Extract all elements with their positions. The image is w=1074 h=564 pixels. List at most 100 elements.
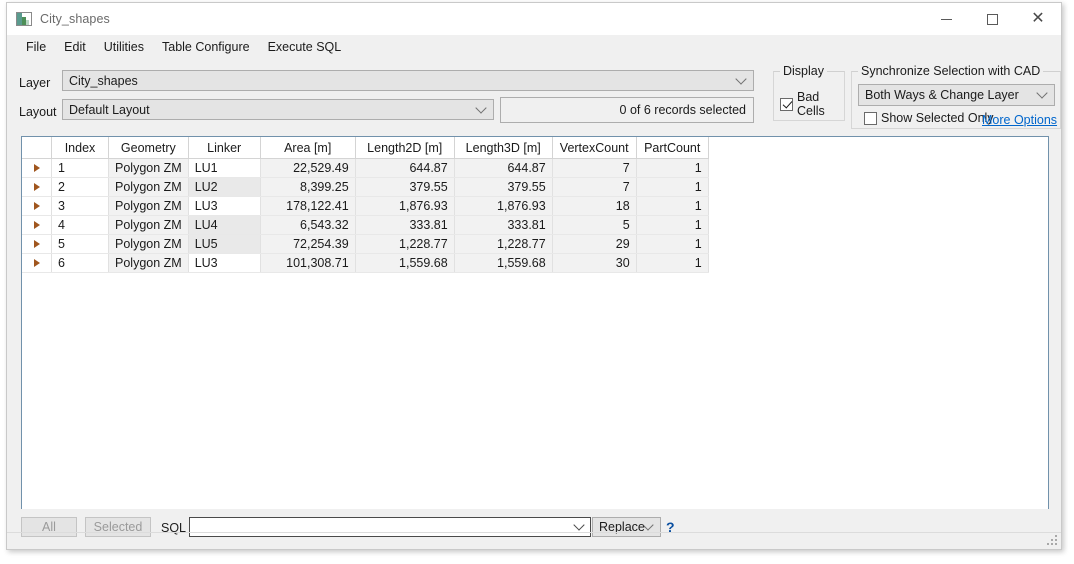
cell-length2d[interactable]: 1,559.68 — [355, 253, 455, 273]
sync-mode-value: Both Ways & Change Layer — [865, 88, 1019, 102]
cell-filler — [708, 158, 721, 178]
cell-length2d[interactable]: 379.55 — [355, 177, 455, 197]
checkbox-unchecked-icon — [864, 111, 877, 125]
table-row[interactable]: 5 Polygon ZM LU5 72,254.39 1,228.77 1,228.77 2… — [22, 234, 721, 254]
menu-item-execute-sql[interactable]: Execute SQL — [259, 37, 351, 57]
row-selector-cell[interactable] — [22, 177, 52, 197]
cell-geometry[interactable]: Polygon ZM — [108, 253, 189, 273]
table-row[interactable]: 2 Polygon ZM LU2 8,399.25 379.55 379.55 7 1 — [22, 177, 721, 197]
cell-area[interactable]: 8,399.25 — [260, 177, 356, 197]
table-row[interactable]: 4 Polygon ZM LU4 6,543.32 333.81 333.81 5 1 — [22, 215, 721, 235]
column-header-filler — [708, 137, 721, 159]
cell-geometry[interactable]: Polygon ZM — [108, 177, 189, 197]
cell-length2d[interactable]: 644.87 — [355, 158, 455, 178]
cell-geometry[interactable]: Polygon ZM — [108, 196, 189, 216]
bad-cells-checkbox[interactable]: Bad Cells — [780, 90, 844, 118]
cell-index[interactable]: 5 — [51, 234, 109, 254]
close-button[interactable]: ✕ — [1015, 3, 1061, 35]
column-header-vertexcount[interactable]: VertexCount — [552, 137, 637, 159]
cell-vertexcount[interactable]: 18 — [552, 196, 637, 216]
cell-linker[interactable]: LU3 — [188, 253, 261, 273]
layer-combobox[interactable]: City_shapes — [62, 70, 754, 91]
row-selector-cell[interactable] — [22, 234, 52, 254]
cell-length3d[interactable]: 379.55 — [454, 177, 553, 197]
sql-mode-combobox[interactable]: Replace — [592, 517, 661, 537]
row-selector-cell[interactable] — [22, 215, 52, 235]
cell-index[interactable]: 3 — [51, 196, 109, 216]
cell-geometry[interactable]: Polygon ZM — [108, 234, 189, 254]
selected-button[interactable]: Selected — [85, 517, 151, 537]
cell-area[interactable]: 22,529.49 — [260, 158, 356, 178]
row-selector-cell[interactable] — [22, 253, 52, 273]
cell-length3d[interactable]: 1,559.68 — [454, 253, 553, 273]
cell-length2d[interactable]: 1,228.77 — [355, 234, 455, 254]
cell-partcount[interactable]: 1 — [636, 253, 709, 273]
table-row[interactable]: 6 Polygon ZM LU3 101,308.71 1,559.68 1,559.68… — [22, 253, 721, 273]
menu-item-utilities[interactable]: Utilities — [95, 37, 153, 57]
table-row[interactable]: 3 Polygon ZM LU3 178,122.41 1,876.93 1,876.93… — [22, 196, 721, 216]
sync-mode-combobox[interactable]: Both Ways & Change Layer — [858, 84, 1055, 106]
cell-area[interactable]: 6,543.32 — [260, 215, 356, 235]
cell-area[interactable]: 72,254.39 — [260, 234, 356, 254]
cell-vertexcount[interactable]: 7 — [552, 158, 637, 178]
cell-linker[interactable]: LU4 — [188, 215, 261, 235]
row-selector-cell[interactable] — [22, 196, 52, 216]
display-groupbox: Display Bad Cells — [773, 64, 845, 121]
column-header-length2d[interactable]: Length2D [m] — [355, 137, 455, 159]
sql-input[interactable] — [189, 517, 591, 537]
show-selected-only-checkbox[interactable]: Show Selected Only — [864, 111, 994, 125]
cell-linker[interactable]: LU1 — [188, 158, 261, 178]
row-selector-cell[interactable] — [22, 158, 52, 178]
menu-item-table-configure[interactable]: Table Configure — [153, 37, 259, 57]
table-header-row: Index Geometry Linker Area [m] Length2D … — [22, 137, 721, 159]
resize-grip[interactable] — [1045, 533, 1057, 545]
column-header-geometry[interactable]: Geometry — [108, 137, 189, 159]
cell-length2d[interactable]: 1,876.93 — [355, 196, 455, 216]
table-row[interactable]: 1 Polygon ZM LU1 22,529.49 644.87 644.87 7 1 — [22, 158, 721, 178]
title-bar: City_shapes ✕ — [7, 3, 1061, 35]
cell-length3d[interactable]: 1,876.93 — [454, 196, 553, 216]
cell-linker[interactable]: LU2 — [188, 177, 261, 197]
cell-length2d[interactable]: 333.81 — [355, 215, 455, 235]
cell-partcount[interactable]: 1 — [636, 215, 709, 235]
cell-partcount[interactable]: 1 — [636, 234, 709, 254]
cell-length3d[interactable]: 644.87 — [454, 158, 553, 178]
maximize-button[interactable] — [969, 3, 1015, 35]
column-header-length3d[interactable]: Length3D [m] — [454, 137, 553, 159]
chevron-down-icon — [735, 72, 747, 85]
cell-partcount[interactable]: 1 — [636, 158, 709, 178]
cell-index[interactable]: 2 — [51, 177, 109, 197]
cell-vertexcount[interactable]: 30 — [552, 253, 637, 273]
image-thumbnail-icon — [16, 12, 32, 26]
cell-index[interactable]: 4 — [51, 215, 109, 235]
cell-geometry[interactable]: Polygon ZM — [108, 215, 189, 235]
show-selected-only-label: Show Selected Only — [881, 111, 994, 125]
menu-item-edit[interactable]: Edit — [55, 37, 95, 57]
column-header-linker[interactable]: Linker — [188, 137, 261, 159]
cell-partcount[interactable]: 1 — [636, 196, 709, 216]
cell-vertexcount[interactable]: 7 — [552, 177, 637, 197]
cell-linker[interactable]: LU3 — [188, 196, 261, 216]
more-options-link[interactable]: More Options — [982, 113, 1057, 127]
data-grid[interactable]: Index Geometry Linker Area [m] Length2D … — [21, 136, 1049, 510]
cell-index[interactable]: 1 — [51, 158, 109, 178]
cell-vertexcount[interactable]: 29 — [552, 234, 637, 254]
cell-partcount[interactable]: 1 — [636, 177, 709, 197]
cell-area[interactable]: 178,122.41 — [260, 196, 356, 216]
cell-length3d[interactable]: 333.81 — [454, 215, 553, 235]
cell-index[interactable]: 6 — [51, 253, 109, 273]
column-header-index[interactable]: Index — [51, 137, 109, 159]
cell-linker[interactable]: LU5 — [188, 234, 261, 254]
cell-length3d[interactable]: 1,228.77 — [454, 234, 553, 254]
cell-area[interactable]: 101,308.71 — [260, 253, 356, 273]
layout-combobox[interactable]: Default Layout — [62, 99, 494, 120]
all-button[interactable]: All — [21, 517, 77, 537]
cell-geometry[interactable]: Polygon ZM — [108, 158, 189, 178]
column-header-area[interactable]: Area [m] — [260, 137, 356, 159]
menu-item-file[interactable]: File — [17, 37, 55, 57]
minimize-icon — [940, 18, 952, 20]
column-header-partcount[interactable]: PartCount — [636, 137, 709, 159]
records-selected-status: 0 of 6 records selected — [500, 97, 754, 123]
minimize-button[interactable] — [923, 3, 969, 35]
cell-vertexcount[interactable]: 5 — [552, 215, 637, 235]
